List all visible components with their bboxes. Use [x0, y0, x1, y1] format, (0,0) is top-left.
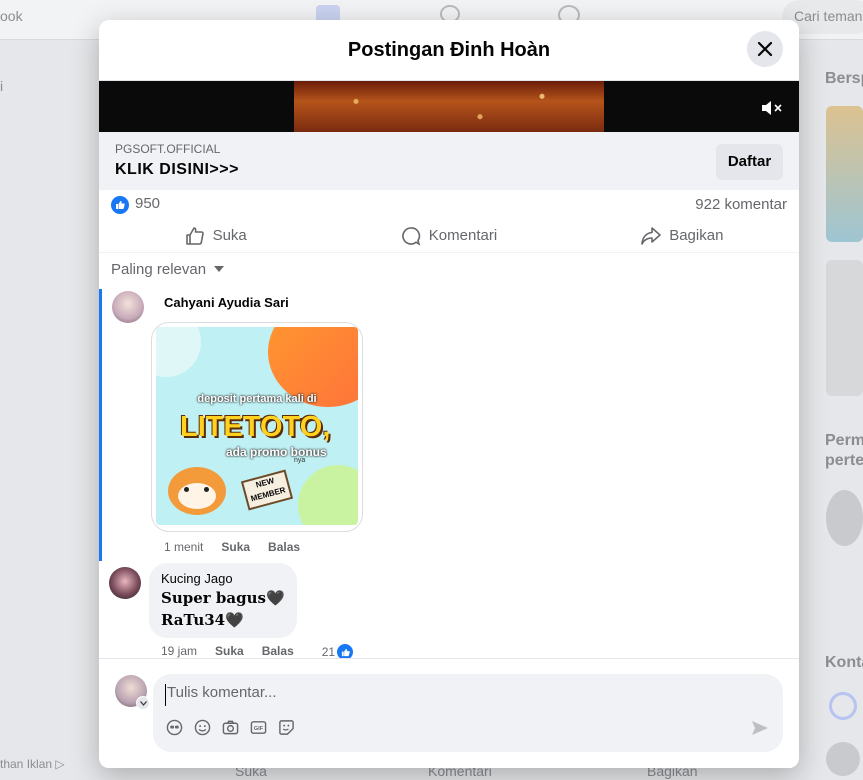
current-user-avatar[interactable]: [115, 675, 150, 710]
gif-icon[interactable]: GIF: [249, 718, 267, 736]
comment-icon: [401, 226, 421, 246]
post-modal: Postingan Đinh Hoàn PGSOFT.OFFICIAL KLIK…: [99, 20, 799, 768]
commenter-name[interactable]: Cahyani Ayudia Sari: [164, 289, 799, 310]
comment-reply-button[interactable]: Balas: [268, 540, 300, 554]
bg-right-heading-2b: perte: [825, 452, 863, 469]
close-button[interactable]: [747, 31, 783, 67]
sticker-brand: LITETOTO,: [180, 411, 331, 443]
sticker-image: deposit pertama kali di LITETOTO, ada pr…: [156, 327, 358, 525]
comment-item: Kucing Jago Super bagus🖤 RaTu34🖤 19 jam …: [99, 563, 799, 660]
comment-time[interactable]: 1 menit: [164, 540, 203, 554]
bg-ads-link: than Iklan ▷: [0, 757, 65, 771]
reaction-count-text: 21: [321, 645, 336, 659]
bg-contact-avatar: [826, 742, 860, 776]
bg-right-heading-2a: Perm: [825, 432, 863, 449]
like-count[interactable]: 950: [111, 195, 161, 214]
comment-meta: 1 menit Suka Balas: [164, 540, 799, 554]
bg-right-heading: Bersp: [825, 70, 863, 87]
video-thumbnail: [294, 81, 604, 132]
commenter-avatar[interactable]: [109, 567, 141, 599]
comment-count[interactable]: 922 komentar: [695, 196, 787, 213]
ad-video[interactable]: [99, 81, 799, 132]
thumbs-up-icon: [185, 226, 204, 245]
close-icon: [757, 41, 773, 57]
bg-logo-text: ook: [0, 8, 23, 24]
comment-bubble: Kucing Jago Super bagus🖤 RaTu34🖤: [149, 563, 297, 638]
sticker-icon[interactable]: [277, 718, 295, 736]
post-actions: Suka Komentari Bagikan: [99, 219, 799, 253]
caret-down-icon: [214, 266, 225, 272]
comment-input-box[interactable]: Tulis komentar... GIF: [153, 674, 783, 752]
post-stats: 950 922 komentar: [99, 190, 799, 219]
sticker-line1: deposit pertama kali di: [197, 393, 317, 405]
bg-ad-image-2: [826, 260, 863, 396]
send-icon[interactable]: [751, 720, 769, 736]
ad-cta-bar[interactable]: PGSOFT.OFFICIAL KLIK DISINI>>> Daftar: [99, 132, 799, 190]
new-member-badge: NEW MEMBER: [240, 469, 294, 511]
commenter-name[interactable]: Kucing Jago: [161, 571, 285, 586]
comment-button[interactable]: Komentari: [332, 219, 565, 252]
share-button[interactable]: Bagikan: [566, 219, 799, 252]
comment-sticker[interactable]: deposit pertama kali di LITETOTO, ada pr…: [151, 322, 363, 532]
like-button-label: Suka: [212, 227, 247, 244]
bg-left-text: i: [0, 78, 4, 94]
modal-title: Postingan Đinh Hoàn: [347, 39, 551, 61]
ad-sponsor: PGSOFT.OFFICIAL: [115, 142, 221, 156]
sticker-line3b: nya: [294, 457, 306, 464]
register-button[interactable]: Daftar: [716, 144, 783, 180]
commenter-avatar[interactable]: [112, 291, 144, 323]
comment-text-line2: RaTu34🖤: [161, 611, 244, 629]
emoji-icon[interactable]: [193, 718, 211, 736]
bg-ad-image: [826, 106, 863, 242]
share-icon: [641, 226, 662, 245]
share-button-label: Bagikan: [669, 227, 724, 244]
avatar-sticker-icon[interactable]: [165, 718, 183, 736]
comment-text-line1: Super bagus🖤: [161, 589, 285, 607]
comment-sort-dropdown[interactable]: Paling relevan: [99, 253, 799, 285]
mute-icon[interactable]: [761, 100, 783, 116]
svg-text:GIF: GIF: [253, 725, 263, 731]
camera-icon[interactable]: [221, 718, 239, 736]
chevron-down-icon[interactable]: [136, 696, 150, 710]
sticker-line3: ada promo bonus: [226, 445, 327, 459]
sort-label: Paling relevan: [111, 260, 207, 278]
comment-like-button[interactable]: Suka: [221, 540, 250, 554]
fox-mascot: [158, 457, 238, 525]
bg-contacts-heading: Konta: [825, 654, 863, 671]
bg-search-text: Cari teman: [794, 8, 863, 24]
bg-meta-ai-icon: [829, 692, 857, 720]
like-button[interactable]: Suka: [99, 219, 332, 252]
composer-tools: GIF: [165, 718, 295, 736]
like-reaction-icon: [111, 195, 129, 214]
comment-item: Cahyani Ayudia Sari deposit pertama kali…: [99, 289, 799, 561]
like-count-text: 950: [135, 195, 161, 213]
ad-cta-text[interactable]: KLIK DISINI>>>: [115, 161, 783, 179]
comment-button-label: Komentari: [428, 227, 498, 244]
modal-header: Postingan Đinh Hoàn: [99, 20, 799, 81]
bg-avatar: [826, 490, 863, 546]
comment-composer: Tulis komentar... GIF: [99, 658, 799, 768]
comment-input[interactable]: Tulis komentar...: [165, 684, 665, 706]
